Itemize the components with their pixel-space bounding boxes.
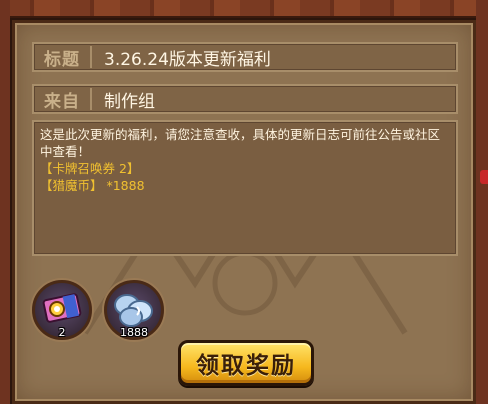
mail-screen: 标题 3.26.24版本更新福利 来自 制作组 这是此次更新的福利，请您注意查收… [0,0,488,404]
reward-count-coin: 1888 [120,326,148,339]
title-label: 标题 [44,49,80,70]
wood-left-border [0,0,10,404]
title-separator [90,46,92,68]
from-row: 来自 制作组 [32,84,458,114]
reward-list: 2 1888 [32,280,164,340]
reward-line-coin: 【猎魔币】 *1888 [40,178,145,193]
from-separator [90,88,92,110]
mail-title: 3.26.24版本更新福利 [104,49,271,70]
title-row: 标题 3.26.24版本更新福利 [32,42,458,72]
mail-sender: 制作组 [104,91,155,112]
reward-line-card-ticket: 【卡牌召唤券 2】 [40,161,140,176]
claim-reward-label: 领取奖励 [196,353,296,379]
reward-item-coin[interactable]: 1888 [104,280,164,340]
wood-right-border [476,0,488,404]
wood-top-border [0,0,488,18]
from-label: 来自 [44,91,80,112]
claim-reward-button[interactable]: 领取奖励 [178,340,314,386]
mail-body[interactable]: 这是此次更新的福利，请您注意查收，具体的更新日志可前往公告或社区中查看！ 【卡牌… [32,120,458,256]
mail-body-text: 这是此次更新的福利，请您注意查收，具体的更新日志可前往公告或社区中查看！ [40,127,441,159]
notification-dot [480,170,488,184]
reward-item-card-ticket[interactable]: 2 [32,280,92,340]
reward-count-card-ticket: 2 [58,326,66,339]
